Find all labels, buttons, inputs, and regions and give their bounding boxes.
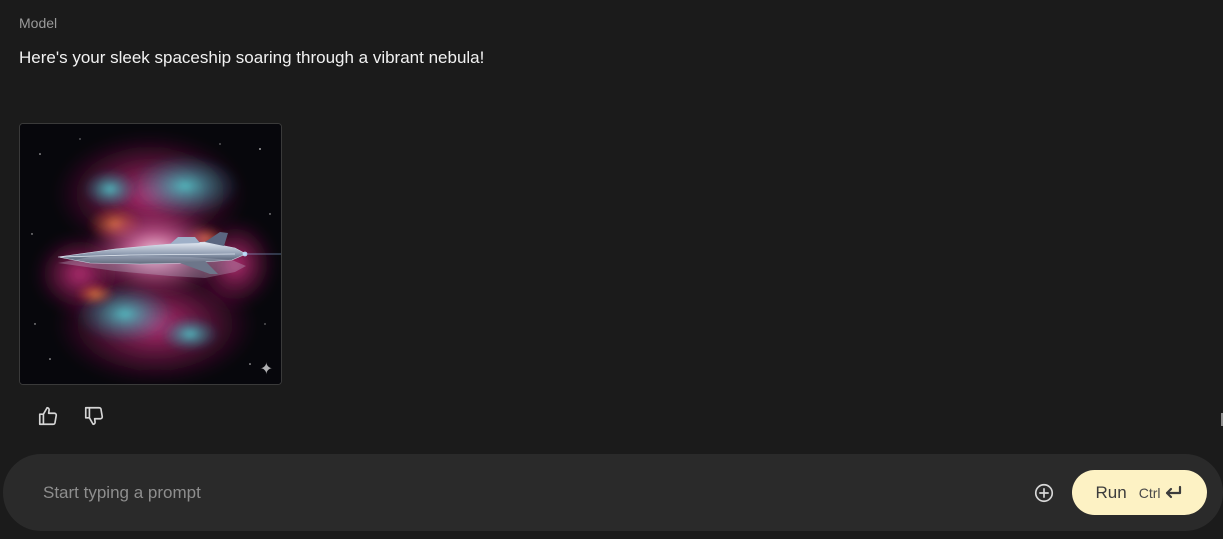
enter-icon bbox=[1166, 485, 1182, 498]
thumbs-down-button[interactable] bbox=[82, 404, 106, 428]
prompt-composer: Run Ctrl bbox=[3, 454, 1223, 531]
run-button[interactable]: Run Ctrl bbox=[1072, 470, 1207, 515]
thumbs-down-icon bbox=[84, 406, 104, 426]
sparkle-icon: ✦ bbox=[259, 361, 273, 378]
run-label: Run bbox=[1095, 482, 1127, 502]
shortcut-label: Ctrl bbox=[1138, 484, 1161, 501]
generated-image[interactable]: ✦ bbox=[19, 123, 282, 385]
feedback-bar bbox=[36, 404, 106, 428]
model-message: Here's your sleek spaceship soaring thro… bbox=[19, 48, 485, 67]
add-media-button[interactable] bbox=[1032, 481, 1056, 505]
thumbs-up-icon bbox=[38, 406, 58, 426]
nebula-spaceship-image bbox=[20, 124, 281, 384]
chat-page: Model Here's your sleek spaceship soarin… bbox=[0, 0, 1223, 539]
run-shortcut: Ctrl bbox=[1139, 485, 1184, 501]
role-label: Model bbox=[19, 15, 58, 31]
add-circle-icon bbox=[1034, 483, 1054, 503]
prompt-input[interactable] bbox=[43, 478, 943, 508]
thumbs-up-button[interactable] bbox=[36, 404, 60, 428]
